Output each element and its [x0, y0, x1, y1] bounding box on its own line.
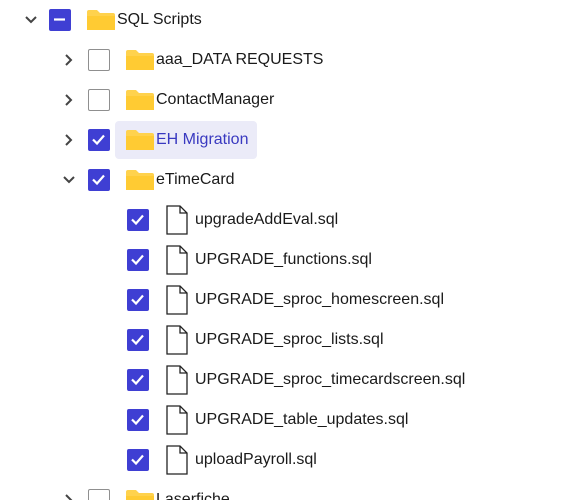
folder-icon	[125, 48, 155, 72]
checkbox-unchecked[interactable]	[88, 89, 110, 111]
tree-node-file[interactable]: UPGRADE_table_updates.sql	[0, 400, 563, 440]
chevron-right-icon[interactable]	[59, 90, 79, 110]
tree-node-contactmanager[interactable]: ContactManager	[0, 80, 563, 120]
tree-node-label: UPGRADE_sproc_homescreen.sql	[195, 291, 444, 308]
folder-icon	[125, 88, 155, 112]
checkbox-unchecked[interactable]	[88, 489, 110, 500]
chevron-down-icon[interactable]	[59, 170, 79, 190]
tree-node-etimecard[interactable]: eTimeCard	[0, 160, 563, 200]
tree-node-sql-scripts[interactable]: SQL Scripts	[0, 0, 563, 40]
folder-icon	[86, 8, 116, 32]
tree-node-aaa-data-requests[interactable]: aaa_DATA REQUESTS	[0, 40, 563, 80]
tree-node-label: ContactManager	[156, 91, 275, 108]
checkbox-partial[interactable]	[49, 9, 71, 31]
chevron-right-icon[interactable]	[59, 50, 79, 70]
checkbox-checked[interactable]	[127, 329, 149, 351]
tree-node-file[interactable]: UPGRADE_sproc_homescreen.sql	[0, 280, 563, 320]
file-icon	[166, 285, 188, 315]
tree-node-label: UPGRADE_sproc_lists.sql	[195, 331, 384, 348]
checkbox-checked[interactable]	[127, 409, 149, 431]
tree-node-label: aaa_DATA REQUESTS	[156, 51, 324, 68]
checkbox-checked[interactable]	[127, 209, 149, 231]
tree-node-label: EH Migration	[156, 131, 249, 148]
tree-node-laserfiche[interactable]: Laserfiche	[0, 480, 563, 500]
checkbox-checked[interactable]	[88, 169, 110, 191]
chevron-right-icon[interactable]	[59, 130, 79, 150]
file-tree: SQL Scripts aaa_DATA REQUESTS ContactMan…	[0, 0, 563, 500]
folder-icon	[125, 168, 155, 192]
tree-node-label: upgradeAddEval.sql	[195, 211, 339, 228]
folder-icon	[125, 488, 155, 500]
file-icon	[166, 205, 188, 235]
tree-node-file[interactable]: UPGRADE_sproc_lists.sql	[0, 320, 563, 360]
tree-node-eh-migration[interactable]: EH Migration	[0, 120, 563, 160]
tree-node-label: UPGRADE_functions.sql	[195, 251, 372, 268]
checkbox-checked[interactable]	[127, 449, 149, 471]
tree-node-label: eTimeCard	[156, 171, 235, 188]
file-icon	[166, 245, 188, 275]
chevron-right-icon[interactable]	[59, 490, 79, 500]
tree-node-file[interactable]: upgradeAddEval.sql	[0, 200, 563, 240]
checkbox-checked[interactable]	[127, 369, 149, 391]
tree-node-label: uploadPayroll.sql	[195, 451, 317, 468]
tree-node-label: Laserfiche	[156, 491, 230, 500]
tree-node-label: SQL Scripts	[117, 11, 202, 28]
file-icon	[166, 325, 188, 355]
file-icon	[166, 365, 188, 395]
chevron-down-icon[interactable]	[21, 10, 41, 30]
checkbox-checked[interactable]	[88, 129, 110, 151]
tree-node-file[interactable]: UPGRADE_functions.sql	[0, 240, 563, 280]
folder-icon	[125, 128, 155, 152]
tree-node-label: UPGRADE_sproc_timecardscreen.sql	[195, 371, 466, 388]
checkbox-checked[interactable]	[127, 289, 149, 311]
tree-node-file[interactable]: UPGRADE_sproc_timecardscreen.sql	[0, 360, 563, 400]
file-icon	[166, 445, 188, 475]
file-icon	[166, 405, 188, 435]
tree-node-label: UPGRADE_table_updates.sql	[195, 411, 409, 428]
checkbox-unchecked[interactable]	[88, 49, 110, 71]
tree-node-file[interactable]: uploadPayroll.sql	[0, 440, 563, 480]
checkbox-checked[interactable]	[127, 249, 149, 271]
